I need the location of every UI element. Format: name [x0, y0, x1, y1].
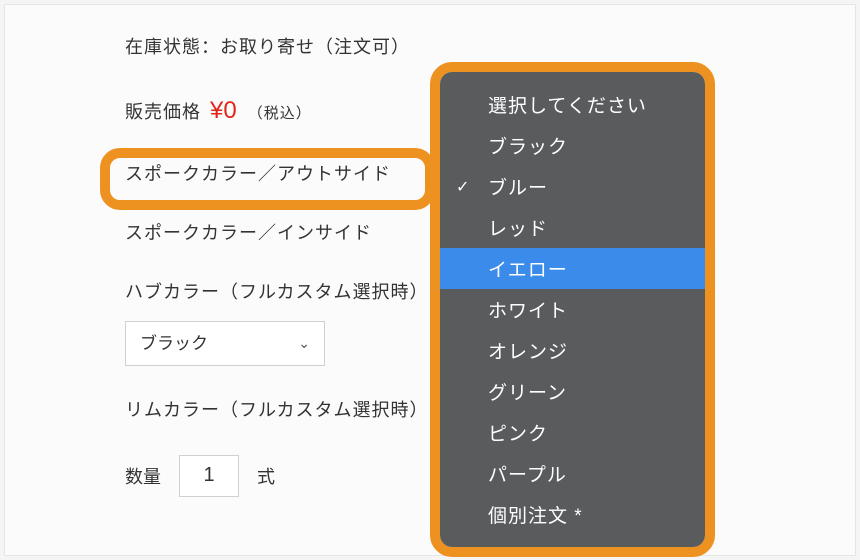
dropdown-option[interactable]: ホワイト: [440, 289, 705, 330]
dropdown-option-label: イエロー: [488, 260, 568, 281]
dropdown-option-label: ブラック: [488, 137, 568, 158]
dropdown-option[interactable]: イエロー: [440, 248, 705, 289]
dropdown-option-label: ピンク: [488, 424, 548, 445]
dropdown-option[interactable]: 選択してください: [440, 84, 705, 125]
hub-label: ハブカラー（フルカスタム選択時）: [125, 282, 428, 302]
dropdown-option-label: パープル: [488, 465, 567, 486]
price-tax: （税込）: [248, 105, 312, 122]
spoke-inside-label: スポークカラー／インサイド: [125, 223, 372, 243]
hub-select[interactable]: ブラック ⌄: [125, 321, 325, 366]
quantity-label: 数量: [125, 463, 161, 489]
dropdown-option-label: ブルー: [488, 178, 548, 199]
dropdown-option[interactable]: グリーン: [440, 371, 705, 412]
dropdown-option-label: 個別注文 *: [488, 506, 583, 527]
quantity-input[interactable]: 1: [179, 455, 239, 497]
dropdown-option-label: レッド: [488, 219, 548, 240]
stock-status-text: 在庫状態：お取り寄せ（注文可）: [125, 37, 410, 57]
dropdown-option[interactable]: パープル: [440, 453, 705, 494]
dropdown-highlight: 選択してくださいブラック ✓ ブルーレッドイエローホワイトオレンジグリーンピンクパー…: [430, 62, 715, 557]
stock-status: 在庫状態：お取り寄せ（注文可）: [125, 33, 855, 62]
rim-label: リムカラー（フルカスタム選択時）: [125, 400, 428, 420]
dropdown-option-label: グリーン: [488, 383, 567, 404]
dropdown-option-label: ホワイト: [488, 301, 568, 322]
price-label: 販売価格: [125, 102, 201, 122]
dropdown-option[interactable]: 個別注文 *: [440, 494, 705, 535]
dropdown-option[interactable]: オレンジ: [440, 330, 705, 371]
dropdown-option-label: オレンジ: [488, 342, 568, 363]
chevron-down-icon: ⌄: [298, 332, 310, 354]
dropdown-option[interactable]: ✓ ブルー: [440, 166, 705, 207]
dropdown-option[interactable]: レッド: [440, 207, 705, 248]
dropdown-option[interactable]: ブラック: [440, 125, 705, 166]
spoke-outside-dropdown[interactable]: 選択してくださいブラック ✓ ブルーレッドイエローホワイトオレンジグリーンピンクパー…: [440, 72, 705, 547]
dropdown-option-label: 選択してください: [488, 96, 647, 117]
hub-select-value: ブラック: [140, 330, 208, 357]
spoke-outside-label: スポークカラー／アウトサイド: [125, 164, 391, 184]
quantity-unit: 式: [257, 463, 275, 489]
dropdown-option[interactable]: ピンク: [440, 412, 705, 453]
price-value: ¥0: [210, 97, 237, 124]
check-icon: ✓: [456, 177, 470, 197]
quantity-value: 1: [203, 464, 214, 487]
